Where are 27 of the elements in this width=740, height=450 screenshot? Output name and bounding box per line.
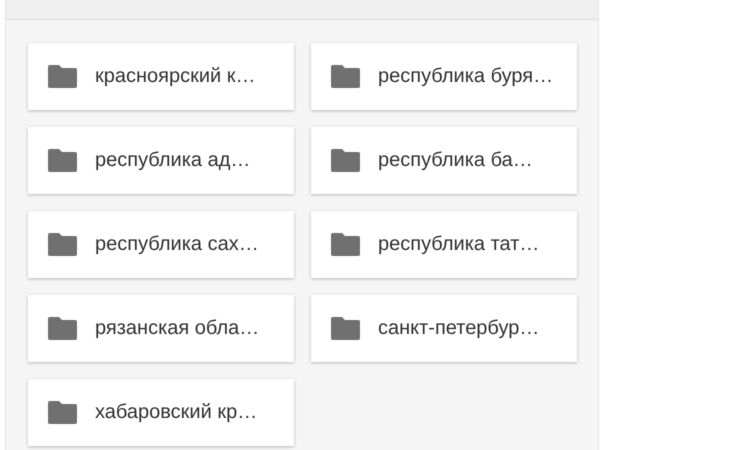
folder-icon: [331, 65, 360, 88]
folder-name: республика тат…: [378, 233, 540, 256]
folder-icon: [48, 149, 77, 172]
folder-name: рязанская обла…: [95, 317, 260, 340]
folder-card[interactable]: санкт-петербур…: [311, 295, 577, 362]
folder-card[interactable]: республика буря…: [311, 43, 577, 110]
folder-card[interactable]: рязанская обла…: [28, 295, 294, 362]
folder-name: красноярский к…: [95, 65, 256, 88]
folder-card[interactable]: республика тат…: [311, 211, 577, 278]
folder-icon: [48, 401, 77, 424]
folder-name: республика сах…: [95, 233, 259, 256]
folder-icon: [331, 149, 360, 172]
folder-name: санкт-петербур…: [378, 317, 540, 340]
folder-name: республика ад…: [95, 149, 250, 172]
folder-card[interactable]: республика сах…: [28, 211, 294, 278]
folder-icon: [331, 233, 360, 256]
folder-icon: [48, 317, 77, 340]
folder-name: хабаровский кр…: [95, 401, 258, 424]
folder-card[interactable]: хабаровский кр…: [28, 379, 294, 446]
folder-name: республика буря…: [378, 65, 554, 88]
folder-card[interactable]: республика ба…: [311, 127, 577, 194]
folder-icon: [48, 233, 77, 256]
folder-icon: [331, 317, 360, 340]
folder-card[interactable]: красноярский к…: [28, 43, 294, 110]
folder-icon: [48, 65, 77, 88]
folder-card[interactable]: республика ад…: [28, 127, 294, 194]
folder-name: республика ба…: [378, 149, 533, 172]
